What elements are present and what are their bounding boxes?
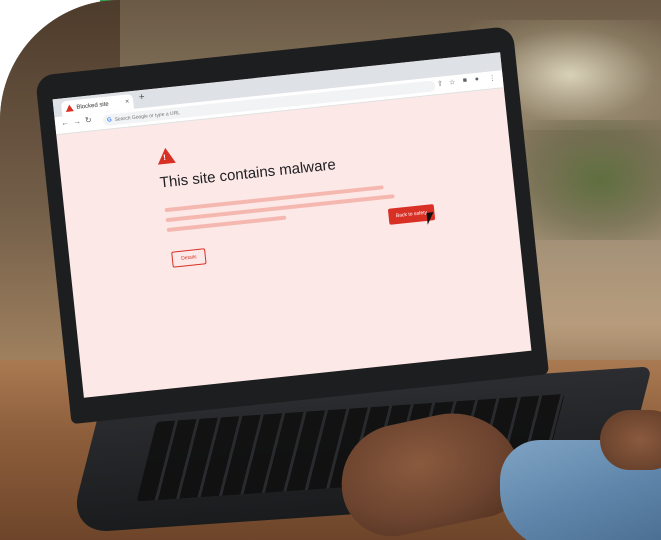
forward-arrow-icon[interactable]: → (73, 117, 82, 127)
google-icon: G (106, 116, 112, 124)
share-icon[interactable]: ⇧ (437, 79, 444, 88)
warning-triangle-icon (156, 146, 176, 165)
new-tab-button[interactable]: + (138, 92, 145, 104)
photo-background: Blocked site × + ← → ↻ G Search Google o… (0, 0, 661, 540)
extensions-icon[interactable]: ■ (463, 77, 468, 84)
laptop-screen: Blocked site × + ← → ↻ G Search Google o… (52, 52, 532, 398)
left-hand (600, 410, 661, 470)
laptop-lid: Blocked site × + ← → ↻ G Search Google o… (35, 25, 549, 425)
warning-triangle-icon (65, 104, 74, 113)
warning-page: ! This site contains malware Details Bac… (56, 88, 531, 398)
tab-title: Blocked site (76, 101, 110, 111)
close-icon[interactable]: × (125, 98, 130, 105)
menu-icon[interactable]: ⋮ (488, 74, 496, 83)
reload-icon[interactable]: ↻ (84, 115, 92, 125)
details-button[interactable]: Details (171, 248, 207, 268)
hero-image: Blocked site × + ← → ↻ G Search Google o… (0, 0, 661, 540)
profile-icon[interactable]: ● (474, 76, 479, 83)
page-title: This site contains malware (159, 156, 337, 192)
plant (520, 120, 661, 240)
omnibox-placeholder: Search Google or type a URL (114, 109, 181, 123)
star-icon[interactable]: ☆ (449, 78, 456, 87)
back-arrow-icon[interactable]: ← (61, 118, 70, 128)
mouse-cursor-icon (426, 212, 435, 225)
